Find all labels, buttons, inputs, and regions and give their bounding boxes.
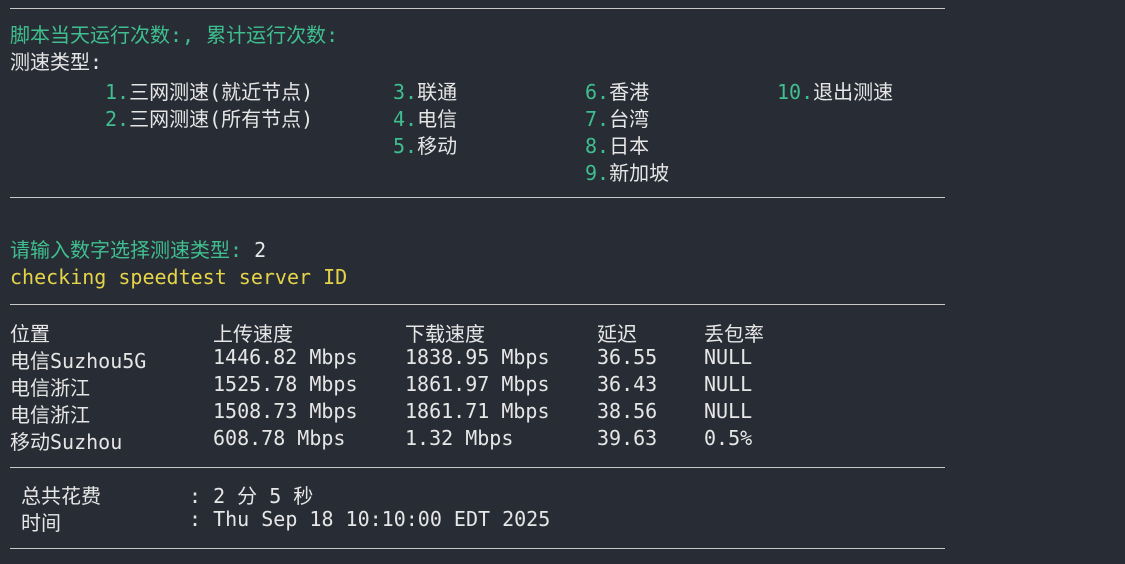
menu-number: 4. xyxy=(393,107,418,131)
cell-upload: 1525.78 Mbps xyxy=(213,372,358,396)
cell-upload: 1508.73 Mbps xyxy=(213,399,358,423)
input-prompt-line: 请输入数字选择测速类型: 2 xyxy=(10,237,1125,264)
menu-item-4: 4.电信 xyxy=(393,103,457,132)
divider-bottom xyxy=(10,548,945,549)
menu-item-2: 2.三网测速(所有节点) xyxy=(105,103,313,132)
menu-number: 9. xyxy=(585,161,610,185)
header-packet-loss: 丢包率 xyxy=(704,322,764,346)
menu-item-7: 7.台湾 xyxy=(585,103,649,132)
menu-label: 台湾 xyxy=(609,107,650,131)
cell-latency: 39.63 xyxy=(597,426,658,450)
run-counts-line: 脚本当天运行次数:, 累计运行次数: xyxy=(10,23,339,47)
timestamp-label: 时间 xyxy=(21,511,61,535)
menu-number: 2. xyxy=(105,107,130,131)
cell-download: 1861.97 Mbps xyxy=(405,372,550,396)
menu-item-5: 5.移动 xyxy=(393,130,457,159)
menu-item-8: 8.日本 xyxy=(585,130,649,159)
cell-location: 电信Suzhou5G xyxy=(10,349,147,373)
menu-label: 新加坡 xyxy=(609,161,670,185)
menu-label: 日本 xyxy=(609,134,650,158)
menu-number: 5. xyxy=(393,134,418,158)
menu-label: 三网测速(就近节点) xyxy=(129,80,314,104)
cell-download: 1838.95 Mbps xyxy=(405,345,550,369)
cell-upload: 1446.82 Mbps xyxy=(213,345,358,369)
header-download: 下载速度 xyxy=(405,322,485,346)
menu-label: 移动 xyxy=(417,134,458,158)
menu-label: 电信 xyxy=(417,107,458,131)
header-location: 位置 xyxy=(10,322,50,346)
menu-number: 1. xyxy=(105,80,130,104)
menu-number: 6. xyxy=(585,80,610,104)
prompt-label: 请输入数字选择测速类型: xyxy=(10,238,243,262)
prompt-value: 2 xyxy=(242,238,267,262)
total-time-label: 总共花费 xyxy=(21,484,101,508)
divider-menu xyxy=(10,197,945,198)
divider-table-top xyxy=(10,304,945,305)
menu-label: 香港 xyxy=(609,80,650,104)
cell-location: 移动Suzhou xyxy=(10,430,123,454)
divider-top xyxy=(10,8,945,9)
menu-number: 3. xyxy=(393,80,418,104)
divider-table-bottom xyxy=(10,467,945,468)
cell-location: 电信浙江 xyxy=(10,376,90,400)
menu-item-3: 3.联通 xyxy=(393,76,457,105)
menu-item-6: 6.香港 xyxy=(585,76,649,105)
checking-server-line: checking speedtest server ID xyxy=(10,265,348,289)
test-type-label: 测速类型: xyxy=(10,50,103,74)
cell-latency: 36.43 xyxy=(597,372,658,396)
cell-packet-loss: NULL xyxy=(704,345,753,369)
cell-packet-loss: NULL xyxy=(704,372,753,396)
cell-latency: 38.56 xyxy=(597,399,658,423)
cell-download: 1861.71 Mbps xyxy=(405,399,550,423)
cell-packet-loss: NULL xyxy=(704,399,753,423)
menu-item-9: 9.新加坡 xyxy=(585,157,669,186)
total-time-value: : 2 分 5 秒 xyxy=(189,484,314,508)
menu-item-10: 10.退出测速 xyxy=(777,76,893,105)
cell-packet-loss: 0.5% xyxy=(704,426,753,450)
cell-latency: 36.55 xyxy=(597,345,658,369)
menu-label: 退出测速 xyxy=(813,80,894,104)
menu-label: 三网测速(所有节点) xyxy=(129,107,314,131)
menu-label: 联通 xyxy=(417,80,458,104)
menu-number: 8. xyxy=(585,134,610,158)
cell-location: 电信浙江 xyxy=(10,403,90,427)
header-latency: 延迟 xyxy=(597,322,637,346)
timestamp-value: : Thu Sep 18 10:10:00 EDT 2025 xyxy=(189,507,551,531)
header-upload: 上传速度 xyxy=(213,322,293,346)
menu-item-1: 1.三网测速(就近节点) xyxy=(105,76,313,105)
menu-number: 7. xyxy=(585,107,610,131)
cell-download: 1.32 Mbps xyxy=(405,426,514,450)
cell-upload: 608.78 Mbps xyxy=(213,426,346,450)
menu-number: 10. xyxy=(777,80,814,104)
